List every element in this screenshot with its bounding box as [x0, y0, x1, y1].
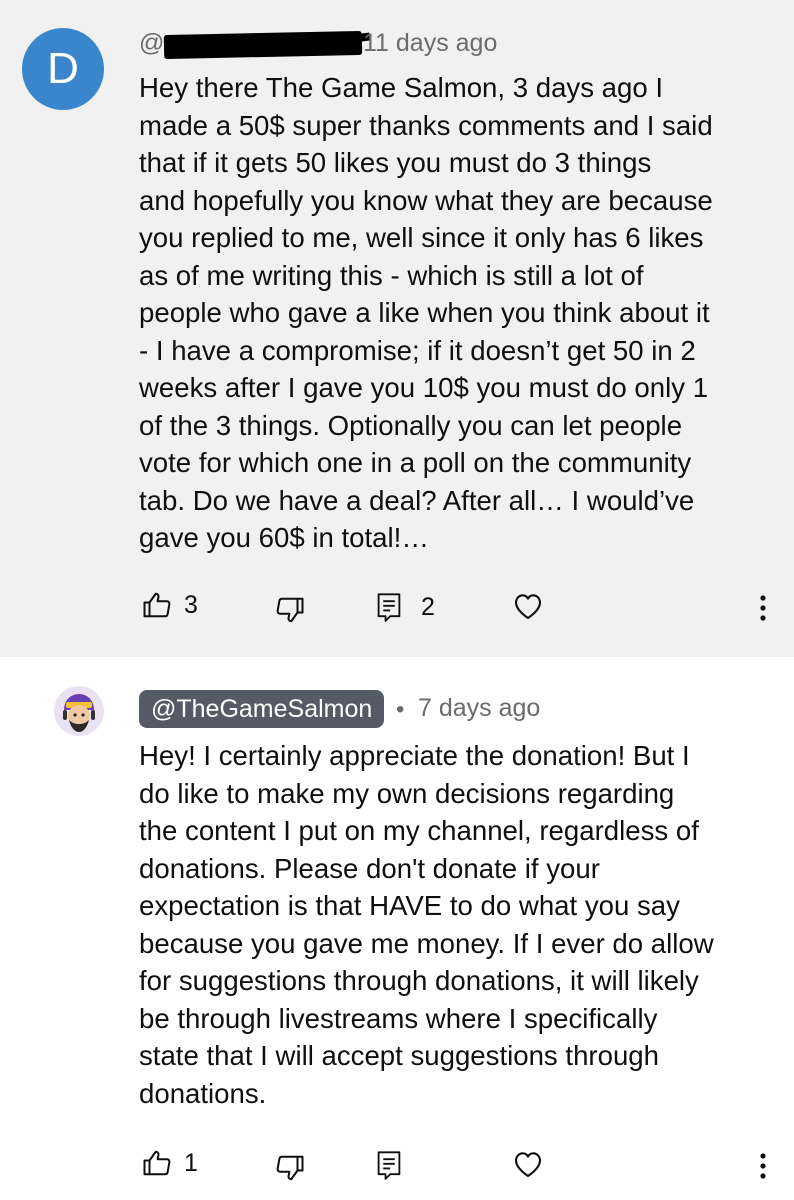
- more-vert-icon: [757, 1151, 769, 1181]
- thumbs-down-icon: [275, 1153, 305, 1183]
- comment-handle[interactable]: @: [139, 29, 164, 58]
- reply-count: 2: [421, 592, 435, 621]
- like-count: 1: [184, 1148, 198, 1177]
- like-button[interactable]: 3: [142, 590, 198, 620]
- more-options-button[interactable]: [757, 1151, 769, 1181]
- reply-icon: [375, 1150, 403, 1180]
- reply-button[interactable]: [375, 1150, 403, 1180]
- dislike-button[interactable]: [275, 1153, 305, 1183]
- avatar[interactable]: [54, 686, 104, 736]
- thumbs-down-icon: [275, 595, 305, 625]
- reply-button[interactable]: 2: [375, 592, 435, 622]
- like-button[interactable]: 1: [142, 1148, 198, 1178]
- comment-timestamp: 7 days ago: [418, 694, 541, 722]
- avatar[interactable]: D: [22, 28, 104, 110]
- reply-icon: [375, 592, 403, 622]
- comment-text: Hey! I certainly appreciate the donation…: [139, 740, 714, 1109]
- meta-separator: •: [396, 696, 405, 723]
- heart-button[interactable]: [512, 591, 544, 621]
- comment-text: Hey there The Game Salmon, 3 days ago I …: [139, 72, 713, 553]
- heart-icon: [512, 1149, 544, 1179]
- more-options-button[interactable]: [757, 593, 769, 623]
- dislike-button[interactable]: [275, 595, 305, 625]
- heart-button[interactable]: [512, 1149, 544, 1179]
- like-count: 3: [184, 590, 198, 619]
- author-handle-badge[interactable]: @TheGameSalmon: [139, 690, 385, 728]
- comment-card: D @ 11 days ago Hey there The Game Salmo…: [0, 0, 794, 657]
- thumbs-up-icon: [142, 1148, 172, 1178]
- heart-icon: [512, 591, 544, 621]
- more-vert-icon: [757, 593, 769, 623]
- comment-timestamp: 11 days ago: [363, 29, 498, 57]
- thumbs-up-icon: [142, 590, 172, 620]
- handle-prefix: @: [139, 29, 165, 57]
